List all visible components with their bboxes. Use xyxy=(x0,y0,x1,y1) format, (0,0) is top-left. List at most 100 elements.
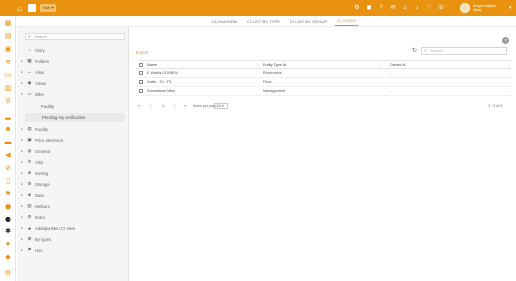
bell-icon[interactable]: ♪ xyxy=(413,4,421,12)
sidebar-item-storage[interactable]: ▸ ⚙ Storage xyxy=(20,180,50,188)
calculator-icon[interactable]: ▥ xyxy=(4,85,12,93)
chevron-down-icon: ▾ xyxy=(21,92,23,96)
sidebar-item-label: Price electronic xyxy=(35,137,64,143)
cell-name: Sallib - IO - P1 xyxy=(147,80,172,84)
layers-icon[interactable]: ≋ xyxy=(4,59,12,67)
sidebar-item-sorting[interactable]: ▸ ⊕ Sorting xyxy=(20,169,48,177)
first-page-button[interactable]: « xyxy=(138,102,140,110)
document-icon[interactable]: ▯ xyxy=(4,178,12,186)
sidebar-search-input[interactable]: ⚲ Search... xyxy=(25,33,125,40)
sidebar-item-label: Storage xyxy=(35,181,50,187)
user-icon[interactable]: ☻ xyxy=(4,126,12,134)
prev-page-button[interactable]: ‹ xyxy=(150,102,151,110)
table-search-input[interactable]: ⚲ Search... xyxy=(421,47,507,55)
sidebar-item-story[interactable]: ◔ Story xyxy=(20,46,45,54)
tab-ci-views[interactable]: CI VIEWS xyxy=(335,16,359,26)
row-checkbox[interactable] xyxy=(139,80,143,84)
chevron-down-icon[interactable]: ▾ xyxy=(509,5,512,11)
chat-icon[interactable]: ☏ xyxy=(437,4,445,12)
chevron-right-icon: ▸ xyxy=(21,160,23,164)
table-header: Name ⋮ Entity Type Id ⋮ Owner Id ⋮ xyxy=(136,60,511,69)
flag-icon[interactable]: ⚑ xyxy=(4,191,12,199)
row-checkbox[interactable] xyxy=(139,89,143,93)
star-icon[interactable]: ★ xyxy=(4,241,12,249)
logo-icon[interactable]: ◼ xyxy=(365,4,373,12)
database-icon: ◈ xyxy=(27,192,32,197)
table-row[interactable]: E Wadia DOHBS4 Electronics - xyxy=(136,69,511,78)
shield-icon[interactable]: ⬟ xyxy=(4,204,12,212)
help-icon[interactable]: ? xyxy=(502,37,509,44)
sidebar-item-by-types[interactable]: ▸ ⊞ By types xyxy=(20,235,51,243)
table-row[interactable]: Standalone Mike Management - xyxy=(136,87,511,96)
sidebar-item-also[interactable]: ▸ ✲ Also xyxy=(20,158,43,166)
tab-cloudview[interactable]: CLOUDVIEW xyxy=(210,17,239,26)
sidebar-item-data[interactable]: ▸ ◈ Data xyxy=(20,191,44,199)
home-icon[interactable]: ⌂ xyxy=(14,3,25,14)
sidebar-item-folders[interactable]: ▸ ▦ Folders xyxy=(20,57,49,65)
monitor-icon: ▭ xyxy=(27,91,32,96)
refresh-icon[interactable]: ↻ xyxy=(412,47,417,54)
message-icon[interactable]: ▬ xyxy=(4,139,12,147)
column-header-name[interactable]: Name xyxy=(147,61,157,69)
cell-name: E Wadia DOHBS4 xyxy=(147,71,178,75)
building-icon: ▤ xyxy=(27,126,32,131)
dashboard-icon[interactable]: ▤ xyxy=(4,33,12,41)
heart-icon[interactable]: ♡ xyxy=(425,4,433,12)
app-logo[interactable] xyxy=(28,4,36,12)
sidebar-item-netburn[interactable]: ▸ ▥ Netburn xyxy=(20,202,50,210)
avatar[interactable] xyxy=(460,3,470,13)
per-page-value: 20 xyxy=(217,104,221,108)
per-page-select[interactable]: 20 ▾ xyxy=(214,103,228,109)
next-page-button[interactable]: › xyxy=(174,102,175,110)
tag-icon[interactable]: ◆ xyxy=(4,254,12,262)
cube-icon[interactable]: ▣ xyxy=(4,46,12,54)
sidebar-item-label: Facility xyxy=(35,126,49,132)
chart-icon[interactable]: ▂ xyxy=(4,113,12,121)
sidebar-item-price-electronic[interactable]: ▸ ▣ Price electronic xyxy=(20,136,64,144)
sidebar-subitem-pending-verification[interactable]: Pending my verification xyxy=(25,113,125,122)
pin-icon[interactable]: ⚈ xyxy=(4,217,12,225)
chevron-right-icon: ▸ xyxy=(21,70,23,74)
help-icon[interactable]: ? xyxy=(377,4,385,12)
sidebar-item-alias[interactable]: ▸ ─ Alias xyxy=(20,68,44,76)
chevron-right-icon: ▸ xyxy=(21,171,23,175)
user-menu[interactable]: Dragan Galbjeni Mistry xyxy=(460,3,496,13)
megaphone-icon[interactable]: ◀ xyxy=(4,152,12,160)
bug-icon[interactable]: ✱ xyxy=(4,228,12,236)
sidebar-item-hon[interactable]: ▸ ⚑ Hon xyxy=(20,246,43,254)
gear-icon[interactable]: ⚙ xyxy=(4,270,12,278)
block-icon[interactable]: ⊘ xyxy=(4,165,12,173)
chevron-right-icon: ▸ xyxy=(21,237,23,241)
page-range: 1 - 3 of 3 xyxy=(488,104,503,108)
sidebar-item-adddpunkten-ci-view[interactable]: ▸ ♣ Adddpunkten CI View xyxy=(20,224,75,232)
chevron-right-icon: ▸ xyxy=(21,193,23,197)
folder-icon: ▦ xyxy=(27,58,32,63)
sidebar-item-label: Alias xyxy=(35,69,45,75)
column-menu-icon[interactable]: ⋮ xyxy=(379,61,383,69)
sidebar-item-views[interactable]: ▸ ◉ Views xyxy=(20,79,46,87)
search-icon[interactable]: ⚲ xyxy=(4,98,12,106)
column-menu-icon[interactable]: ⋮ xyxy=(256,61,260,69)
monitor-icon[interactable]: ▭ xyxy=(4,72,12,80)
sidebar-item-extra[interactable]: ▸ ⚙ Extra xyxy=(20,213,45,221)
table-row[interactable]: Sallib - IO - P1 Floor - xyxy=(136,78,511,87)
mail-icon[interactable]: ✉ xyxy=(389,4,397,12)
last-page-button[interactable]: » xyxy=(184,102,186,110)
export-button[interactable]: Export xyxy=(136,50,148,55)
tab-ci-list-by-type[interactable]: CI LIST BY TYPE xyxy=(245,17,282,26)
sidebar-item-facility[interactable]: ▸ ▤ Facility xyxy=(20,125,48,133)
page-number[interactable]: 1 xyxy=(162,102,164,110)
tab-ci-list-by-group[interactable]: CI LIST BY GROUP xyxy=(288,17,329,26)
workspace-selector[interactable]: Hub ▾ xyxy=(40,4,57,12)
column-menu-icon[interactable]: ⋮ xyxy=(507,61,511,69)
sidebar-subitem-facility[interactable]: Facility xyxy=(41,104,54,109)
column-header-entity-type[interactable]: Entity Type Id xyxy=(263,61,286,69)
select-all-checkbox[interactable] xyxy=(139,63,143,67)
grid-icon[interactable]: ▦ xyxy=(4,20,12,28)
row-checkbox[interactable] xyxy=(139,71,143,75)
sidebar-item-mike[interactable]: ▾ ▭ Mike xyxy=(20,90,44,98)
sidebar-item-general[interactable]: ▸ ◍ General xyxy=(20,147,50,155)
column-header-owner[interactable]: Owner Id xyxy=(390,61,405,69)
settings-icon[interactable]: ⚙ xyxy=(353,4,361,12)
headset-icon[interactable]: ♫ xyxy=(401,4,409,12)
